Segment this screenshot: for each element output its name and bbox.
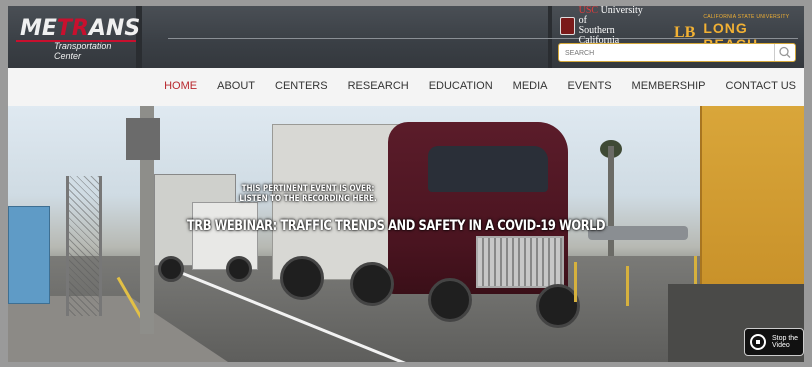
logo-part: ANS [88, 16, 141, 41]
csulb-mark: LB [674, 24, 696, 41]
nav-item-home[interactable]: HOME [164, 80, 197, 92]
search-button[interactable] [774, 44, 795, 61]
hero-caption-line1: THIS PERTINENT EVENT IS OVER: [241, 184, 375, 194]
nav-item-research[interactable]: RESEARCH [348, 80, 409, 92]
logo-subtitle: Transportation Center [54, 41, 112, 61]
search-icon [779, 46, 791, 58]
logo-wordmark: METRANS [20, 16, 140, 41]
site-header: METRANS Transportation Center USC Univer… [8, 6, 804, 68]
header-bg-pole [548, 6, 552, 68]
logo-part-accent: TR [56, 16, 89, 41]
nav-item-membership[interactable]: MEMBERSHIP [632, 80, 706, 92]
usc-logo[interactable]: USC University of Southern California [560, 6, 650, 46]
search-box [558, 43, 796, 62]
page-frame: METRANS Transportation Center USC Univer… [8, 6, 804, 362]
stop-video-label: Stop the Video [772, 335, 799, 349]
hero-caption-line2: LISTEN TO THE RECORDING HERE. [239, 194, 377, 204]
nav-item-about[interactable]: ABOUT [217, 80, 255, 92]
metrans-logo[interactable]: METRANS Transportation Center [16, 16, 140, 61]
usc-wordmark: USC University of Southern California [579, 6, 650, 46]
nav-item-events[interactable]: EVENTS [568, 80, 612, 92]
nav-item-centers[interactable]: CENTERS [275, 80, 328, 92]
stop-icon [750, 334, 766, 350]
hero-video[interactable]: THIS PERTINENT EVENT IS OVER: LISTEN TO … [8, 106, 804, 362]
hero-caption-link[interactable]: THIS PERTINENT EVENT IS OVER: LISTEN TO … [8, 184, 626, 204]
nav-item-education[interactable]: EDUCATION [429, 80, 493, 92]
nav-item-contact-us[interactable]: CONTACT US [726, 80, 797, 92]
nav-list: HOME ABOUT CENTERS RESEARCH EDUCATION ME… [144, 80, 796, 92]
hero-caption-title[interactable]: TRB WEBINAR: TRAFFIC TRENDS AND SAFETY I… [70, 218, 723, 234]
usc-seal-icon [560, 17, 575, 35]
hero-caption: THIS PERTINENT EVENT IS OVER: LISTEN TO … [8, 106, 804, 362]
stop-video-button[interactable]: Stop the Video [744, 328, 804, 356]
nav-item-media[interactable]: MEDIA [513, 80, 548, 92]
main-nav: HOME ABOUT CENTERS RESEARCH EDUCATION ME… [8, 68, 804, 107]
logo-part: ME [20, 16, 57, 41]
search-input[interactable] [563, 46, 767, 61]
